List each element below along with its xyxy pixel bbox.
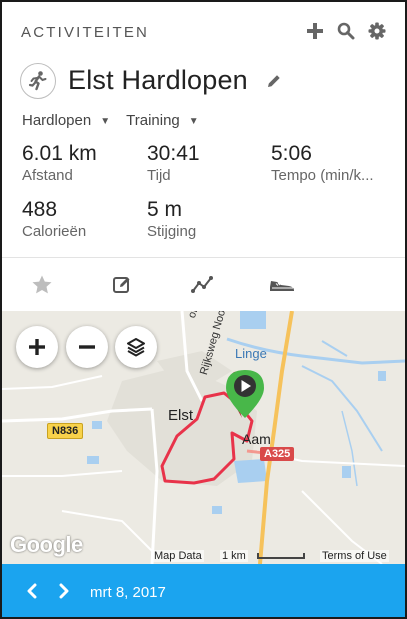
zoom-in-button[interactable] [16, 326, 58, 368]
stat-pace: 5:06 Tempo (min/k... [271, 142, 374, 184]
road-sign-a325: A325 [260, 447, 295, 461]
star-icon[interactable] [2, 258, 82, 311]
start-marker-icon[interactable] [220, 366, 266, 422]
plus-icon[interactable] [304, 20, 325, 41]
chart-line-icon[interactable] [162, 258, 242, 311]
shoe-icon[interactable] [242, 258, 322, 311]
header: ACTIVITEITEN [2, 2, 405, 62]
chevron-right-icon[interactable] [54, 581, 74, 601]
terms-link[interactable]: Terms of Use [320, 550, 389, 562]
stat-label: Afstand [22, 167, 73, 184]
activity-type-select[interactable]: Hardlopen ▼ [22, 109, 110, 131]
activity-date: mrt 8, 2017 [90, 584, 166, 601]
map-data-link[interactable]: Map Data [152, 550, 204, 562]
edit-note-icon[interactable] [82, 258, 162, 311]
header-actions [304, 20, 387, 41]
stat-label: Tijd [147, 167, 171, 184]
activity-toolbar [2, 258, 405, 311]
running-person-icon [20, 63, 56, 99]
stat-calories: 488 Calorieën [22, 198, 86, 240]
app-frame: ACTIVITEITEN Elst Hardlopen Hardlopen ▼ … [2, 2, 405, 617]
stat-elevation: 5 m Stijging [147, 198, 196, 240]
google-logo: Google [10, 532, 83, 557]
stat-value: 30:41 [147, 142, 200, 165]
activity-title: Elst Hardlopen [68, 65, 248, 95]
village-label: Aam [242, 431, 271, 447]
caret-down-icon: ▼ [188, 115, 199, 127]
stat-value: 5 m [147, 198, 183, 221]
activity-title-row: Elst Hardlopen [2, 62, 405, 104]
stat-value: 6.01 km [22, 142, 97, 165]
layers-icon[interactable] [115, 326, 157, 368]
stat-label: Calorieën [22, 223, 87, 240]
stat-value: 5:06 [271, 142, 312, 165]
search-icon[interactable] [335, 20, 356, 41]
stat-value: 488 [22, 198, 58, 221]
caret-down-icon: ▼ [100, 115, 111, 127]
stat-time: 30:41 Tijd [147, 142, 200, 184]
scale-label: 1 km [220, 550, 248, 562]
town-label: Elst [168, 407, 194, 424]
stat-label: Tempo (min/k... [271, 167, 374, 184]
chevron-left-icon[interactable] [22, 581, 42, 601]
pencil-icon[interactable] [264, 71, 284, 91]
scale-bar [257, 553, 305, 559]
activity-selectors: Hardlopen ▼ Training ▼ [22, 109, 199, 131]
date-footer: mrt 8, 2017 [2, 564, 405, 617]
stat-distance: 6.01 km Afstand [22, 142, 97, 184]
river-label: Linge [235, 346, 267, 361]
stat-label: Stijging [147, 223, 197, 240]
gear-icon[interactable] [366, 20, 387, 41]
activity-type-label: Hardlopen [22, 111, 92, 129]
page-title: ACTIVITEITEN [21, 24, 150, 41]
event-type-label: Training [126, 111, 180, 129]
route-map[interactable]: of Rijksweg Noo Linge Elst Aam N836 A325… [2, 311, 405, 564]
zoom-out-button[interactable] [66, 326, 108, 368]
event-type-select[interactable]: Training ▼ [126, 109, 199, 131]
road-sign-n836: N836 [47, 423, 84, 439]
